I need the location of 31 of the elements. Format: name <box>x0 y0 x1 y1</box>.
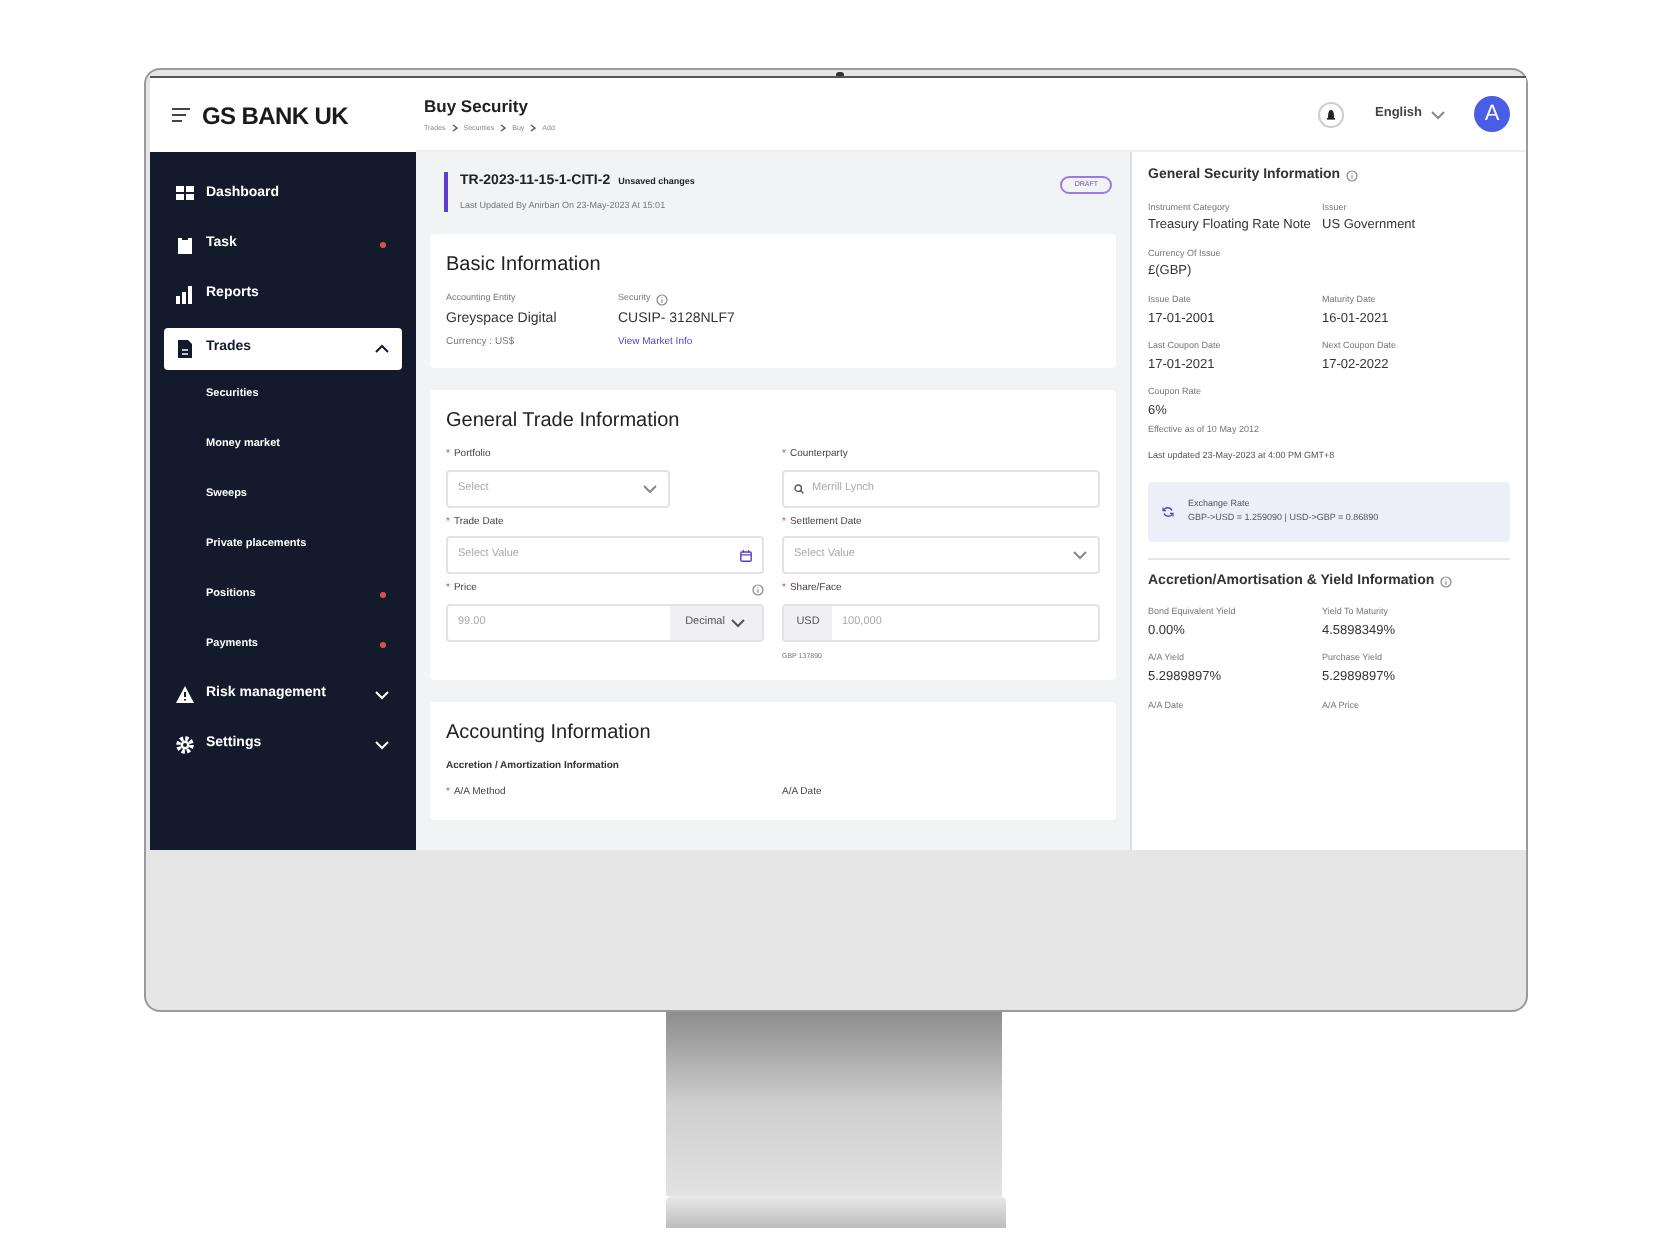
info-icon <box>1440 575 1453 588</box>
document-icon <box>176 340 194 358</box>
chevron-right-icon <box>451 124 458 133</box>
chevron-down-icon <box>1072 550 1088 560</box>
chevron-down-icon <box>374 690 390 700</box>
notification-button[interactable] <box>1317 101 1344 127</box>
refresh-icon <box>1162 505 1174 518</box>
chevron-down-icon <box>730 617 747 627</box>
chevron-up-icon <box>374 344 390 354</box>
warning-icon <box>176 686 194 704</box>
chevron-down-icon <box>642 483 658 493</box>
section-title: General Trade Information <box>446 408 682 436</box>
page-title: Buy Security <box>424 94 530 120</box>
chevron-down-icon <box>374 740 390 750</box>
bar-chart-icon <box>176 286 194 304</box>
chevron-down-icon <box>1430 109 1446 119</box>
dashboard-icon <box>176 186 194 204</box>
chevron-right-icon <box>530 124 537 133</box>
info-icon <box>752 583 764 596</box>
section-title: Basic Information <box>446 252 603 281</box>
section-title: Accounting Information <box>446 719 653 748</box>
search-icon <box>794 483 804 493</box>
bell-icon <box>1325 109 1336 119</box>
calendar-icon <box>740 549 752 561</box>
info-icon <box>1346 170 1359 183</box>
avatar[interactable]: A <box>1474 96 1510 132</box>
menu-icon <box>172 108 190 122</box>
chevron-right-icon <box>500 124 507 133</box>
gear-icon <box>176 736 194 754</box>
clipboard-icon <box>176 236 194 254</box>
brand-logo: GS BANK UK <box>202 99 349 133</box>
